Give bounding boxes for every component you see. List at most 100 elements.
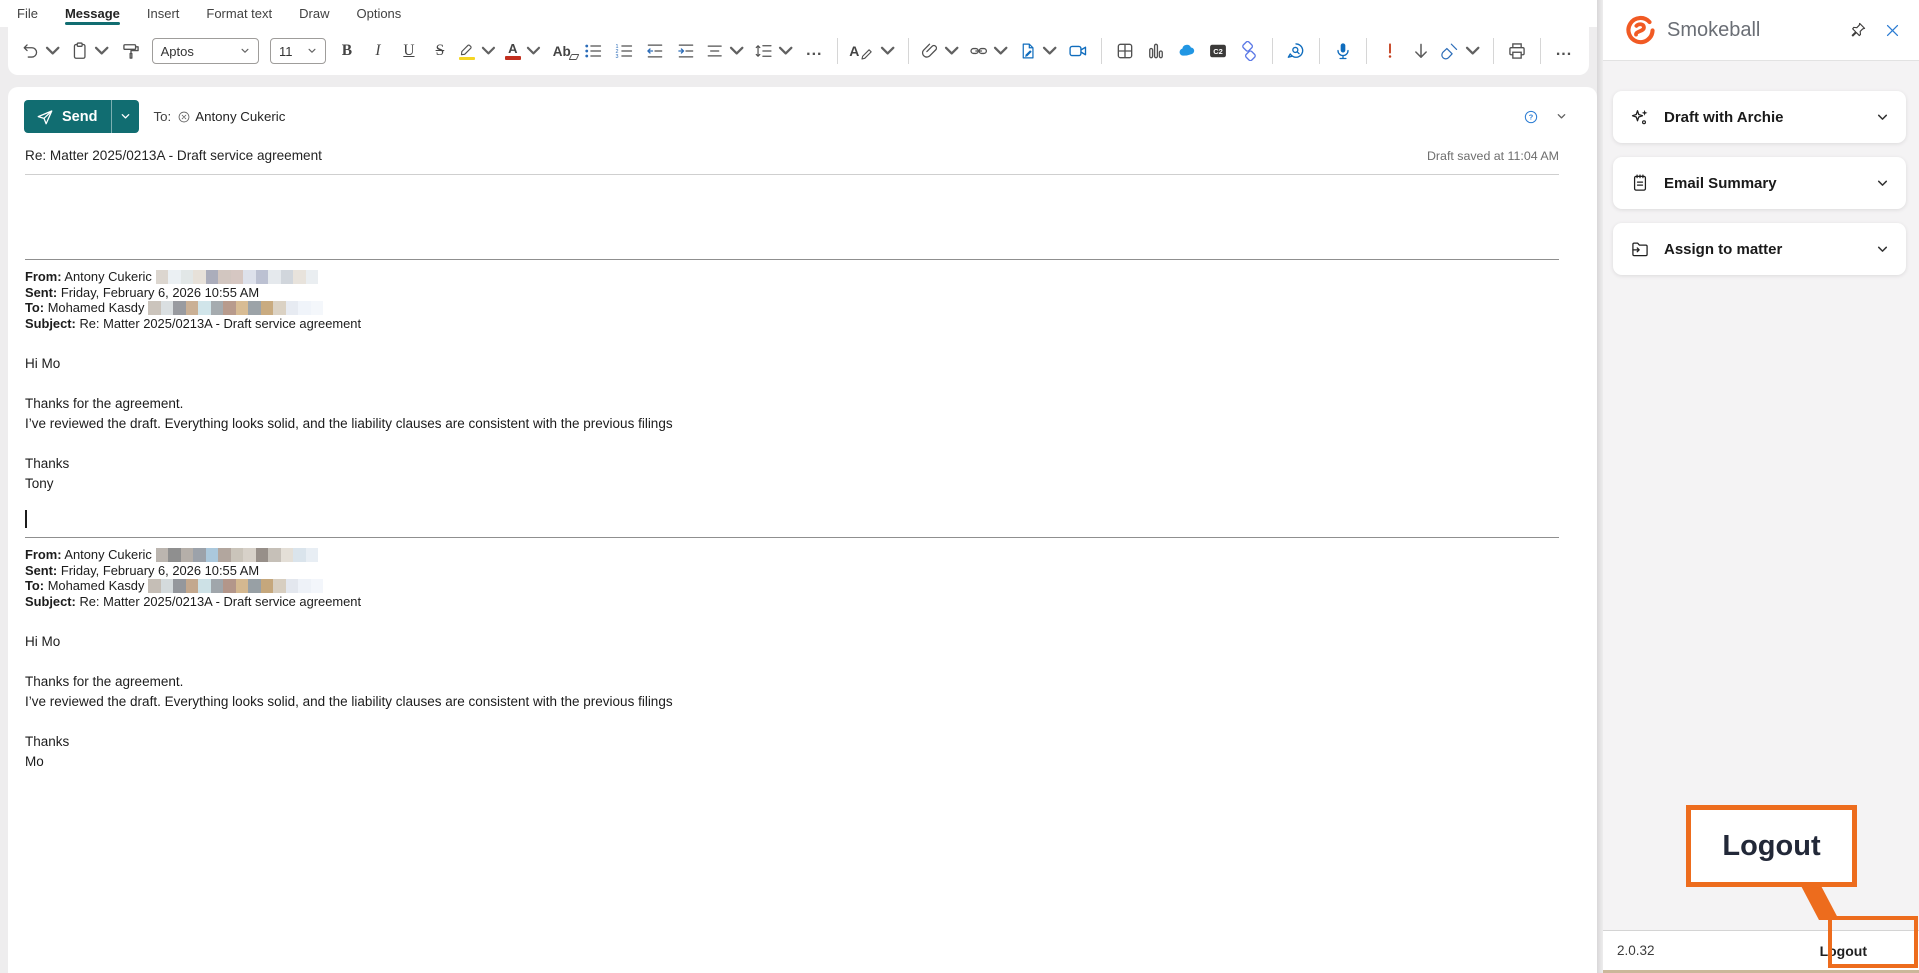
attach-file-button[interactable] [917, 35, 965, 67]
text-caret [25, 510, 27, 528]
recipient-chip[interactable]: Antony Cukeric [177, 109, 285, 124]
chevron-down-icon [524, 41, 543, 61]
numbered-list-button[interactable] [609, 35, 639, 67]
folder-arrow-icon [1630, 239, 1650, 259]
chevron-down-icon[interactable] [1556, 111, 1567, 122]
close-icon[interactable] [1884, 22, 1901, 39]
low-importance-button[interactable] [1406, 35, 1436, 67]
redacted-email-address [148, 579, 323, 593]
chevron-down-icon[interactable] [1876, 111, 1889, 124]
strikethrough-button[interactable]: S [425, 35, 455, 67]
card-label: Assign to matter [1664, 241, 1782, 258]
email-body[interactable]: From: Antony Cukeric Sent: Friday, Febru… [25, 175, 1559, 772]
menu-file[interactable]: File [17, 0, 38, 27]
menu-draw[interactable]: Draw [299, 0, 329, 27]
chevron-down-icon [942, 41, 961, 61]
bold-button[interactable]: B [332, 35, 362, 67]
clear-formatting-button[interactable]: Ab [547, 35, 577, 67]
chevron-down-icon [878, 41, 897, 61]
card-draft-with-archie[interactable]: Draft with Archie [1613, 91, 1906, 143]
sweep-button[interactable] [1437, 35, 1485, 67]
format-painter-icon [121, 41, 141, 61]
chevron-down-icon [92, 41, 111, 61]
body-line: I’ve reviewed the draft. Everything look… [25, 692, 1559, 712]
paragraph-more-button[interactable]: ... [799, 35, 829, 67]
panel-title: Smokeball [1667, 19, 1849, 42]
to-field[interactable]: To: Antony Cukeric [153, 109, 285, 124]
signoff-line: Tony [25, 474, 1559, 494]
chevron-down-icon[interactable] [1876, 177, 1889, 190]
notepad-icon [1630, 173, 1650, 193]
send-options-chevron[interactable] [111, 100, 139, 133]
bulleted-list-button[interactable] [578, 35, 608, 67]
menu-insert[interactable]: Insert [147, 0, 180, 27]
exclamation-icon [1380, 41, 1400, 61]
undo-button[interactable] [18, 35, 66, 67]
logout-button[interactable]: Logout [1820, 943, 1905, 959]
font-size-select[interactable]: 11 [270, 38, 326, 64]
line-spacing-button[interactable] [751, 35, 799, 67]
closing-line: Thanks [25, 732, 1559, 752]
text-align-button[interactable] [702, 35, 750, 67]
chart-icon [1146, 41, 1166, 61]
format-painter-button[interactable] [116, 35, 146, 67]
cursor-position[interactable] [25, 509, 1559, 528]
more-options-button[interactable]: ... [1549, 35, 1579, 67]
paste-button[interactable] [67, 35, 115, 67]
paperclip-icon [920, 41, 939, 61]
bold-icon: B [342, 42, 352, 60]
compose-surface: Send To: Antony Cukeric Re: Matter 2025/… [8, 87, 1597, 973]
menu-file-label: File [17, 6, 38, 21]
decrease-indent-button[interactable] [640, 35, 670, 67]
remove-recipient-icon[interactable] [177, 110, 191, 124]
underline-button[interactable]: U [394, 35, 424, 67]
font-name-select[interactable]: Aptos [152, 38, 259, 64]
toolbar-divider [1272, 38, 1273, 64]
menu-message[interactable]: Message [65, 0, 120, 27]
font-color-button[interactable]: A [502, 35, 546, 67]
chevron-down-icon [991, 41, 1010, 61]
send-label: Send [62, 109, 97, 125]
toolbar-divider [1319, 38, 1320, 64]
salesforce-button[interactable] [1172, 35, 1202, 67]
chevron-down-icon [240, 46, 250, 56]
card-assign-to-matter[interactable]: Assign to matter [1613, 223, 1906, 275]
high-importance-button[interactable] [1375, 35, 1405, 67]
menu-options[interactable]: Options [356, 0, 401, 27]
help-icon[interactable] [1523, 109, 1539, 125]
italic-button[interactable]: I [363, 35, 393, 67]
broom-icon [1440, 41, 1459, 61]
body-line: Thanks for the agreement. [25, 394, 1559, 414]
pin-icon[interactable] [1849, 21, 1867, 39]
video-clip-button[interactable] [1063, 35, 1093, 67]
redacted-email-address [156, 548, 319, 562]
insert-link-button[interactable] [966, 35, 1014, 67]
c2-addin-button[interactable] [1203, 35, 1233, 67]
menu-format-text[interactable]: Format text [206, 0, 272, 27]
signature-button[interactable] [1015, 35, 1063, 67]
chevron-down-icon[interactable] [1876, 243, 1889, 256]
smokeball-panel: Smokeball Draft with Archie Email Summar… [1603, 0, 1919, 973]
loop-component-button[interactable] [1234, 35, 1264, 67]
toolbar-divider [1366, 38, 1367, 64]
card-email-summary[interactable]: Email Summary [1613, 157, 1906, 209]
send-row-right-icons [1523, 109, 1567, 125]
highlight-color-button[interactable] [456, 35, 501, 67]
dictate-button[interactable] [1328, 35, 1358, 67]
subject-text[interactable]: Re: Matter 2025/0213A - Draft service ag… [25, 148, 322, 163]
print-button[interactable] [1502, 35, 1532, 67]
underline-icon: U [403, 42, 414, 60]
editor-button[interactable] [1281, 35, 1311, 67]
increase-indent-button[interactable] [671, 35, 701, 67]
insert-table-button[interactable] [1110, 35, 1140, 67]
send-button[interactable]: Send [24, 100, 139, 133]
reply-empty-space[interactable] [25, 175, 1559, 259]
insert-chart-button[interactable] [1141, 35, 1171, 67]
signoff-line: Mo [25, 752, 1559, 772]
subject-row[interactable]: Re: Matter 2025/0213A - Draft service ag… [25, 140, 1559, 175]
quoted-to-line: To: Mohamed Kasdy [25, 300, 1559, 316]
styles-button[interactable]: A [846, 35, 900, 67]
toolbar-divider [837, 38, 838, 64]
closing-line: Thanks [25, 454, 1559, 474]
menu-bar: File Message Insert Format text Draw Opt… [0, 0, 1603, 27]
